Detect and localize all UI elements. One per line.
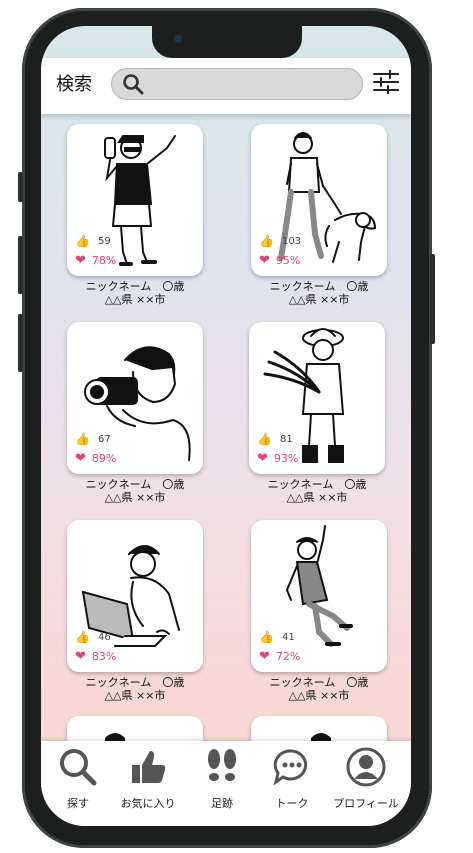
likes-row: 👍 103	[259, 234, 301, 248]
profile-meta: ニックネーム 〇歳 △△県 ××市	[67, 280, 203, 306]
tab-profile[interactable]: プロフィール	[329, 747, 403, 811]
likes-row: 👍 67	[75, 432, 111, 446]
profile-card[interactable]: 👍 81 ❤ 93%	[249, 322, 385, 474]
tab-label: お気に入り	[120, 797, 176, 810]
match-rate: 83%	[91, 650, 117, 663]
screen: 👍 59 ❤ 78% ニックネーム 〇歳 △△県 ××市 👍 103 ❤ 95%…	[41, 26, 411, 826]
nickname-age: ニックネーム 〇歳	[85, 280, 185, 293]
tab-favorites[interactable]: お気に入り	[111, 747, 185, 811]
profile-icon	[346, 747, 386, 787]
search-icon	[123, 74, 144, 95]
profile-meta: ニックネーム 〇歳 △△県 ××市	[67, 676, 203, 702]
thumbs-up-icon: 👍	[257, 432, 272, 446]
nickname-age: ニックネーム 〇歳	[85, 478, 185, 491]
like-count: 59	[97, 235, 111, 247]
nickname-age: ニックネーム 〇歳	[267, 478, 367, 491]
match-rate: 72%	[275, 650, 301, 663]
profile-meta: ニックネーム 〇歳 △△県 ××市	[251, 280, 387, 306]
tab-label: 探す	[67, 797, 89, 810]
location: △△県 ××市	[104, 293, 166, 306]
nickname-age: ニックネーム 〇歳	[85, 676, 185, 689]
like-count: 103	[281, 235, 302, 247]
tab-label: プロフィール	[333, 797, 399, 810]
heart-icon: ❤	[259, 253, 270, 268]
profile-card[interactable]: 👍 46 ❤ 83%	[67, 520, 203, 672]
profile-meta: ニックネーム 〇歳 △△県 ××市	[251, 676, 387, 702]
profile-meta: ニックネーム 〇歳 △△県 ××市	[249, 478, 385, 504]
match-rate: 93%	[273, 452, 299, 465]
heart-icon: ❤	[259, 649, 270, 664]
location: △△県 ××市	[288, 689, 350, 702]
search-icon	[60, 749, 97, 786]
profile-card[interactable]: 👍 67 ❤ 89%	[67, 322, 203, 474]
profile-meta: ニックネーム 〇歳 △△県 ××市	[67, 478, 203, 504]
chat-bubble-icon	[273, 749, 308, 786]
match-rate: 95%	[275, 254, 301, 267]
like-count: 41	[281, 631, 295, 643]
nickname-age: ニックネーム 〇歳	[269, 280, 369, 293]
match-rate-row: ❤ 95%	[259, 253, 300, 268]
heart-icon: ❤	[75, 451, 86, 466]
profile-card[interactable]: 👍 59 ❤ 78%	[67, 124, 203, 276]
tab-search[interactable]: 探す	[41, 747, 115, 811]
volume-down-button	[18, 314, 23, 372]
location: △△県 ××市	[286, 491, 348, 504]
tab-label: 足跡	[211, 797, 233, 810]
like-count: 81	[279, 433, 293, 445]
heart-icon: ❤	[75, 649, 86, 664]
volume-up-button	[18, 236, 23, 294]
likes-row: 👍 59	[75, 234, 111, 248]
profile-card[interactable]: 👍 41 ❤ 72%	[251, 520, 387, 672]
thumbs-up-icon: 👍	[75, 234, 90, 248]
page-title: 検索	[56, 74, 92, 95]
likes-row: 👍 46	[75, 630, 111, 644]
match-rate-row: ❤ 93%	[257, 451, 298, 466]
power-button	[430, 254, 435, 344]
notch	[152, 26, 302, 58]
thumbs-up-icon: 👍	[75, 432, 90, 446]
tab-talk[interactable]: トーク	[255, 747, 329, 811]
front-camera	[174, 35, 182, 43]
search-input[interactable]	[111, 68, 363, 100]
mute-switch	[18, 172, 23, 202]
match-rate-row: ❤ 83%	[75, 649, 116, 664]
tab-label: トーク	[275, 797, 309, 810]
nickname-age: ニックネーム 〇歳	[269, 676, 369, 689]
match-rate: 78%	[91, 254, 117, 267]
footprints-icon	[208, 749, 236, 781]
search-header: 検索	[41, 58, 411, 114]
match-rate-row: ❤ 78%	[75, 253, 116, 268]
likes-row: 👍 81	[257, 432, 293, 446]
thumbs-up-icon: 👍	[259, 630, 274, 644]
location: △△県 ××市	[288, 293, 350, 306]
like-count: 46	[97, 631, 111, 643]
location: △△県 ××市	[104, 491, 166, 504]
filter-settings-icon[interactable]	[373, 70, 399, 94]
match-rate: 89%	[91, 452, 117, 465]
location: △△県 ××市	[104, 689, 166, 702]
thumbs-up-icon: 👍	[75, 630, 90, 644]
match-rate-row: ❤ 72%	[259, 649, 300, 664]
thumbs-up-icon	[132, 751, 166, 783]
likes-row: 👍 41	[259, 630, 295, 644]
heart-icon: ❤	[75, 253, 86, 268]
match-rate-row: ❤ 89%	[75, 451, 116, 466]
thumbs-up-icon: 👍	[259, 234, 274, 248]
profile-card[interactable]: 👍 103 ❤ 95%	[251, 124, 387, 276]
like-count: 67	[97, 433, 111, 445]
heart-icon: ❤	[257, 451, 268, 466]
bottom-tab-bar: 探す お気に入り 足跡 トーク プロフィール	[41, 741, 411, 826]
tab-footprints[interactable]: 足跡	[185, 747, 259, 811]
